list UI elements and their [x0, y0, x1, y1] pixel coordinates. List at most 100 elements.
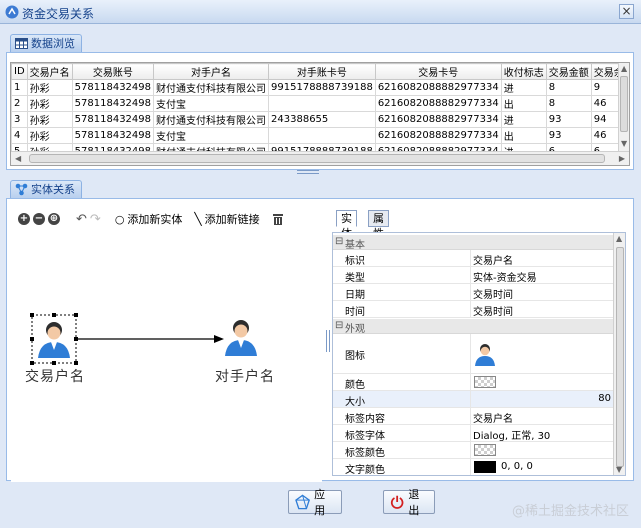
property-scroll-thumb[interactable] [616, 247, 624, 467]
table-cell: 孙彩 [26, 111, 73, 128]
add-link-icon[interactable]: ╲ [194, 212, 201, 226]
table-cell: 财付通支付科技有限公司 [153, 111, 270, 128]
table-cell: 4 [11, 127, 28, 144]
table-vertical-scrollbar[interactable]: ▲ ▼ [618, 63, 629, 151]
group-basic[interactable]: ⊟ 基本 [333, 235, 613, 251]
collapse-icon[interactable]: ⊟ [335, 236, 343, 247]
zoom-out-icon[interactable]: − [33, 213, 45, 225]
prop-row-date[interactable]: 日期 交易时间 [333, 284, 613, 301]
exit-button[interactable]: 退出 [383, 488, 435, 517]
column-header[interactable]: 对手账卡号 [268, 63, 376, 80]
scroll-up-arrow-icon[interactable]: ▲ [616, 234, 622, 243]
tab-attributes[interactable]: 属性 [368, 210, 389, 240]
column-header[interactable]: 交易卡号 [374, 63, 502, 80]
add-link-button[interactable]: 添加新链接 [205, 211, 260, 227]
prop-value[interactable]: 交易户名 [473, 410, 513, 425]
color-swatch[interactable] [474, 376, 496, 388]
collapse-icon[interactable]: ⊟ [335, 320, 343, 331]
tab-entity-relation[interactable]: 实体关系 [10, 180, 82, 198]
column-divider [470, 334, 471, 373]
group-appearance-label: 外观 [345, 324, 365, 335]
prop-value[interactable]: 80 [598, 393, 611, 404]
tab-entity[interactable]: 实体 [336, 210, 357, 240]
column-divider [470, 425, 471, 441]
table-vertical-scroll-thumb[interactable] [620, 76, 628, 132]
prop-key: 大小 [345, 397, 365, 408]
prop-value[interactable]: 交易时间 [473, 286, 513, 301]
column-header[interactable]: ID [11, 63, 28, 80]
table-horizontal-scroll-thumb[interactable] [29, 154, 605, 163]
prop-row-icon[interactable]: 图标 [333, 334, 613, 374]
prop-value[interactable]: Dialog, 正常, 30 [473, 427, 550, 442]
property-scrollbar[interactable]: ▲ ▼ [613, 233, 625, 475]
table-cell: 出 [500, 127, 547, 144]
text-color-swatch[interactable] [474, 461, 496, 473]
prop-row-size[interactable]: 大小 80 [333, 391, 613, 408]
undo-icon[interactable]: ↶ [76, 212, 87, 227]
redo-icon[interactable]: ↷ [90, 212, 101, 227]
scroll-up-arrow-icon[interactable]: ▲ [621, 64, 627, 73]
label-color-swatch[interactable] [474, 444, 496, 456]
tab-data-browse[interactable]: 数据浏览 [10, 34, 82, 52]
column-header[interactable]: 交易金额 [545, 63, 592, 80]
table-row[interactable]: 2 孙彩 578118432498 支付宝 621608208888297733… [11, 95, 629, 112]
property-sheet: ⊟ 基本 标识 交易户名 类型 实体-资金交易 日期 交易时间 时间 交易时间 … [332, 232, 626, 476]
column-divider [470, 374, 471, 390]
close-button[interactable]: × [619, 4, 634, 19]
target-entity-avatar-icon[interactable] [225, 320, 257, 356]
scroll-down-arrow-icon[interactable]: ▼ [616, 465, 622, 474]
table-cell [268, 127, 376, 144]
scroll-right-arrow-icon[interactable]: ▶ [619, 154, 625, 163]
fit-view-icon[interactable]: ⊕ [48, 213, 60, 225]
apply-network-icon [295, 494, 310, 510]
table-row[interactable]: 1 孙彩 578118432498 财付通支付科技有限公司 9915178888… [11, 79, 629, 96]
add-entity-button[interactable]: 添加新实体 [127, 211, 182, 227]
prop-value[interactable]: 0, 0, 0 [501, 461, 533, 472]
table-cell: 进 [500, 111, 547, 128]
window-title: 资金交易关系 [22, 7, 95, 21]
prop-value[interactable]: 交易时间 [473, 303, 513, 318]
prop-row-type[interactable]: 类型 实体-资金交易 [333, 267, 613, 284]
table-cell: 出 [500, 95, 547, 112]
column-header[interactable]: 对手户名 [153, 63, 270, 80]
prop-row-label-content[interactable]: 标签内容 交易户名 [333, 408, 613, 425]
table-horizontal-scrollbar[interactable]: ◀ ▶ [11, 151, 629, 165]
apply-button[interactable]: 应用 [288, 488, 342, 517]
table-icon [15, 38, 28, 49]
group-appearance[interactable]: ⊟ 外观 [333, 319, 613, 335]
prop-row-label-color[interactable]: 标签颜色 [333, 442, 613, 459]
table-row[interactable]: 4 孙彩 578118432498 支付宝 621608208888297733… [11, 127, 629, 144]
table-cell: 243388655 [268, 111, 376, 128]
prop-row-label-font[interactable]: 标签字体 Dialog, 正常, 30 [333, 425, 613, 442]
graph-canvas[interactable]: 交易户名 对手户名 [11, 232, 322, 482]
column-header[interactable]: 收付标志 [500, 63, 547, 80]
exit-button-label: 退出 [408, 488, 420, 517]
source-entity-avatar-icon[interactable] [38, 322, 70, 358]
prop-key: 颜色 [345, 380, 365, 391]
table-cell [268, 95, 376, 112]
zoom-in-icon[interactable]: + [18, 213, 30, 225]
prop-value[interactable]: 实体-资金交易 [473, 269, 537, 284]
table-cell: 6216082088882977334 [374, 111, 502, 128]
delete-trash-icon[interactable] [272, 213, 284, 226]
table-cell: 9915178888739188 [268, 79, 376, 96]
horizontal-splitter-handle[interactable] [297, 170, 319, 174]
column-header[interactable]: 交易账号 [71, 63, 155, 80]
table-row[interactable]: 3 孙彩 578118432498 财付通支付科技有限公司 243388655 … [11, 111, 629, 128]
prop-key: 图标 [345, 351, 365, 362]
add-entity-icon[interactable]: ○ [115, 213, 125, 226]
scroll-left-arrow-icon[interactable]: ◀ [15, 154, 21, 163]
scroll-down-arrow-icon[interactable]: ▼ [621, 139, 627, 148]
entity-icon-preview[interactable] [474, 342, 496, 366]
vertical-splitter-handle[interactable] [326, 330, 330, 352]
prop-key: 类型 [345, 273, 365, 284]
prop-row-time[interactable]: 时间 交易时间 [333, 301, 613, 318]
prop-row-text-color[interactable]: 文字颜色 0, 0, 0 [333, 459, 613, 475]
group-basic-label: 基本 [345, 240, 365, 251]
prop-row-color[interactable]: 颜色 [333, 374, 613, 391]
prop-value[interactable]: 交易户名 [473, 252, 513, 267]
column-header[interactable]: 交易户名 [26, 63, 73, 80]
tab-data-browse-label: 数据浏览 [31, 37, 75, 50]
data-tabstrip: 数据浏览 [10, 32, 630, 52]
prop-row-id[interactable]: 标识 交易户名 [333, 250, 613, 267]
